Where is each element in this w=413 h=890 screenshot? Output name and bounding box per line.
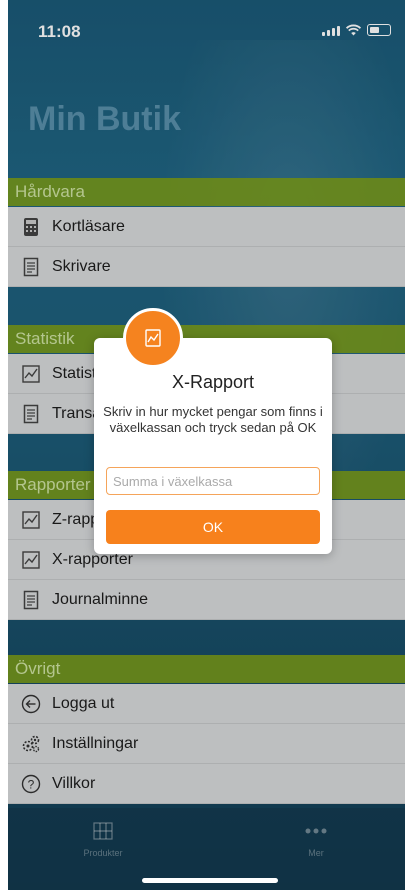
- dialog-message: Skriv in hur mycket pengar som finns i v…: [103, 404, 323, 435]
- cash-amount-input[interactable]: [106, 467, 320, 495]
- dialog-title: X-Rapport: [171, 372, 255, 392]
- x-report-dialog: X-Rapport Skriv in hur mycket pengar som…: [94, 338, 332, 554]
- app-screen: 11:08 Min Butik Hårdvara Kortläsare Skri…: [8, 0, 405, 890]
- dialog-badge: [123, 308, 183, 368]
- ok-button[interactable]: OK: [106, 510, 320, 544]
- home-indicator: [142, 878, 278, 883]
- report-chart-icon: [145, 329, 161, 347]
